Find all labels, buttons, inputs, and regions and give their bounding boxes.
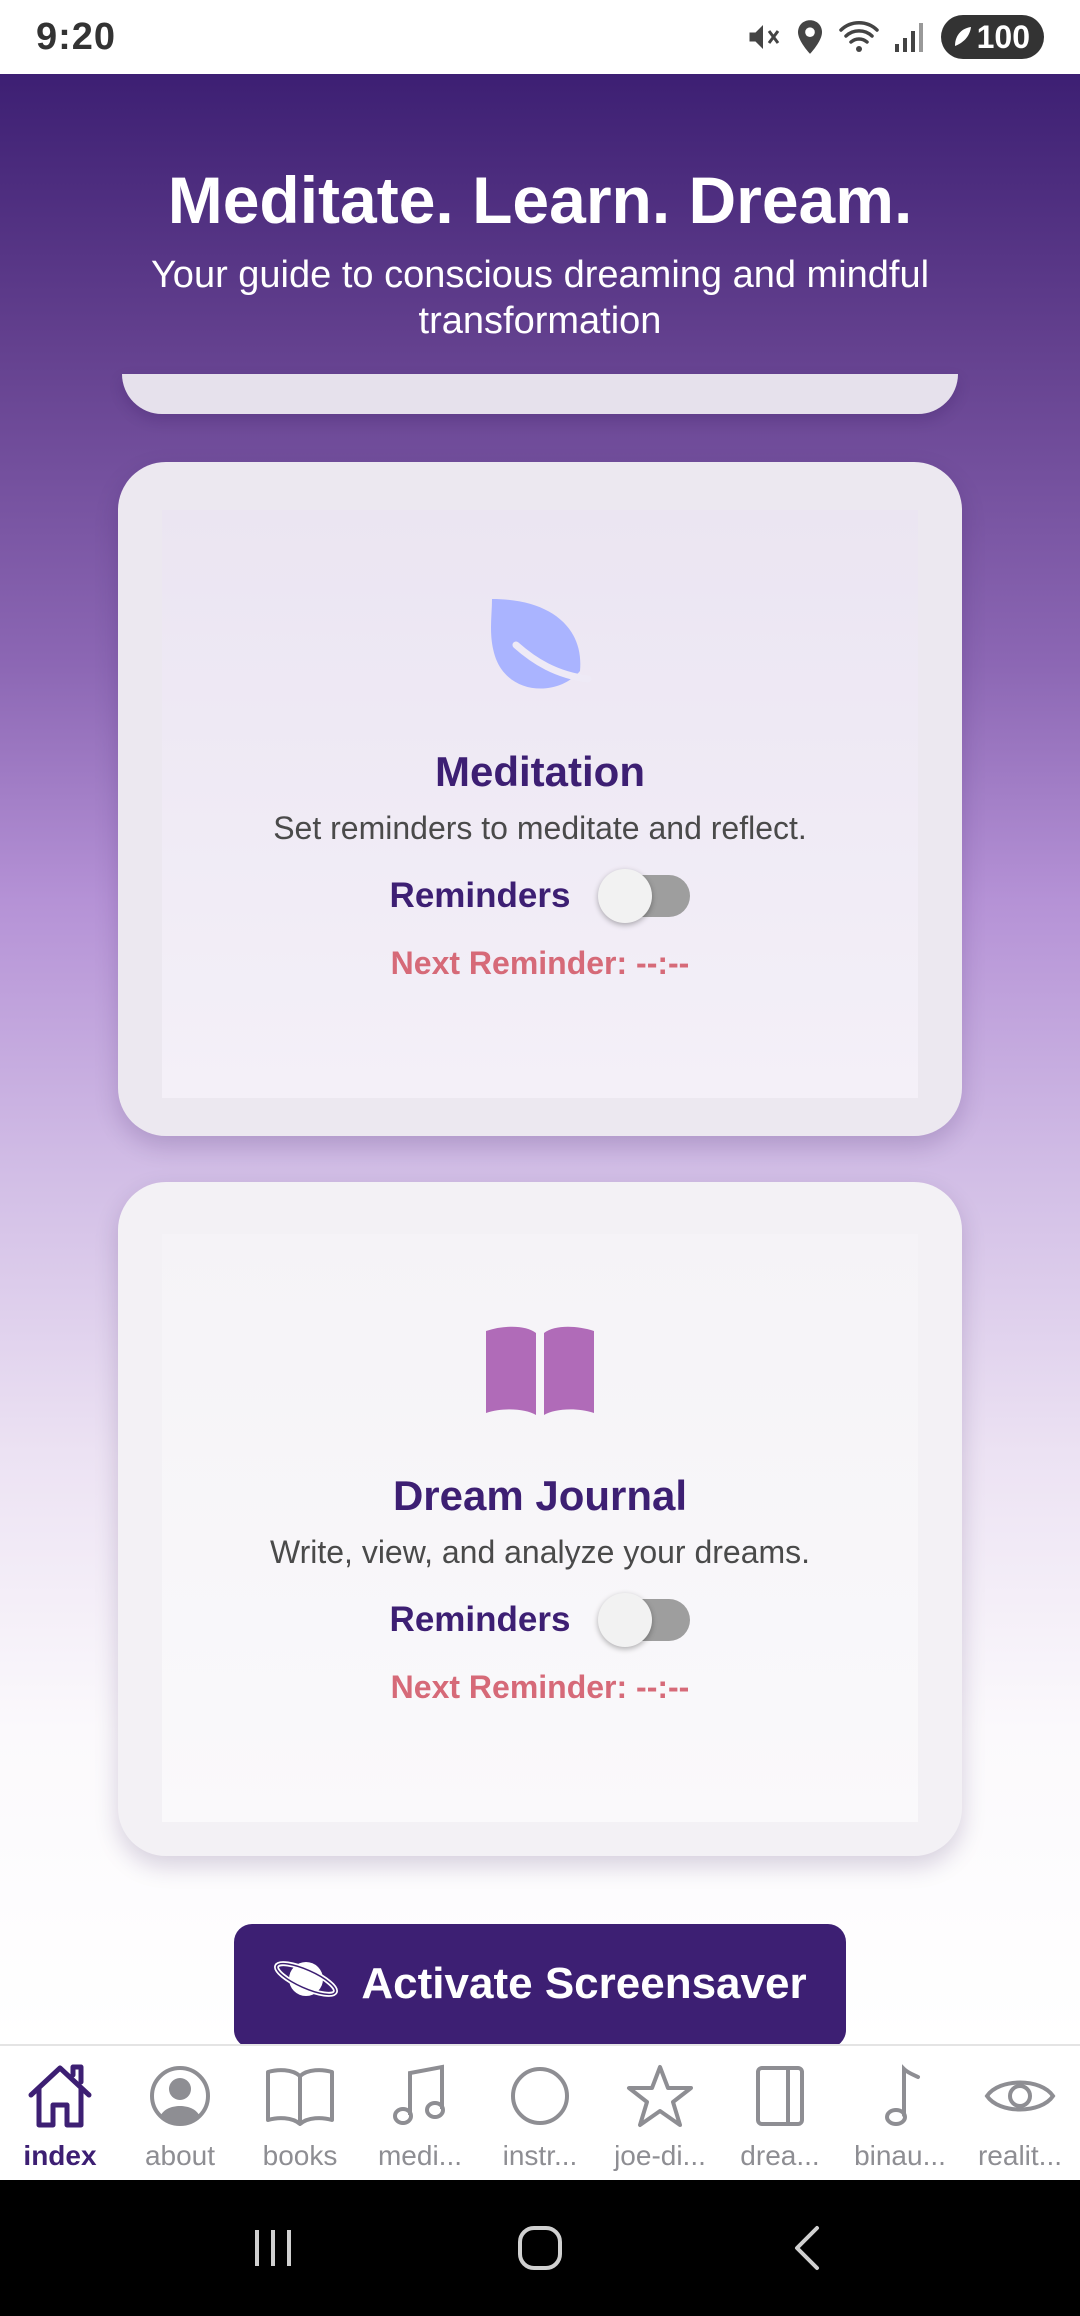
home-icon xyxy=(25,2062,95,2130)
single-note-icon xyxy=(878,2062,922,2130)
tab-instructions[interactable]: instr... xyxy=(480,2046,600,2180)
circle-icon xyxy=(509,2062,571,2130)
toggle-knob xyxy=(598,869,653,923)
tab-binaural[interactable]: binau... xyxy=(840,2046,960,2180)
meditation-next-reminder: Next Reminder: --:-- xyxy=(390,945,690,981)
status-icons: 100 xyxy=(745,15,1044,59)
home-button[interactable] xyxy=(480,2198,600,2298)
tab-label-index: index xyxy=(23,2140,97,2171)
meditation-description: Set reminders to meditate and reflect. xyxy=(273,810,807,846)
meditation-title: Meditation xyxy=(435,748,645,795)
toggle-knob xyxy=(598,1593,653,1647)
back-icon xyxy=(794,2226,819,2270)
signal-icon xyxy=(893,20,927,54)
meditation-reminders-label: Reminders xyxy=(389,876,571,915)
tab-about[interactable]: about xyxy=(120,2046,240,2180)
dream-journal-description: Write, view, and analyze your dreams. xyxy=(269,1534,811,1570)
dream-journal-next-reminder: Next Reminder: --:-- xyxy=(390,1669,690,1705)
planet-icon xyxy=(273,1951,339,2018)
tab-label-about: about xyxy=(144,2140,216,2171)
activate-screensaver-button[interactable]: Activate Screensaver xyxy=(234,1924,846,2044)
location-icon xyxy=(795,19,825,55)
dream-journal-reminders-toggle[interactable] xyxy=(598,1593,691,1647)
tab-index[interactable]: index xyxy=(0,2046,120,2180)
music-note-icon xyxy=(392,2062,448,2130)
main-content: Meditate. Learn. Dream. Your guide to co… xyxy=(0,74,1080,2044)
star-icon xyxy=(626,2062,694,2130)
bottom-tab-bar: index about books medi... instr... joe-d… xyxy=(0,2044,1080,2180)
recent-apps-button[interactable] xyxy=(213,2198,333,2298)
status-time: 9:20 xyxy=(36,15,117,58)
mute-icon xyxy=(745,19,781,55)
dream-journal-reminder-row: Reminders xyxy=(389,1593,691,1647)
tab-joe-dispenza[interactable]: joe-di... xyxy=(600,2046,720,2180)
meditation-reminder-row: Reminders xyxy=(389,869,691,923)
status-bar: 9:20 100 xyxy=(0,0,1080,74)
activate-screensaver-label: Activate Screensaver xyxy=(361,1959,807,2008)
tab-label-dream-journal: drea... xyxy=(740,2140,820,2171)
home-nav-icon xyxy=(517,2226,562,2270)
tab-label-binaural: binau... xyxy=(854,2140,946,2171)
meditation-reminders-toggle[interactable] xyxy=(598,869,691,923)
hero-title: Meditate. Learn. Dream. xyxy=(167,163,913,237)
tab-books[interactable]: books xyxy=(240,2046,360,2180)
tab-label-reality-checks: realit... xyxy=(977,2140,1063,2171)
tab-label-instructions: instr... xyxy=(502,2140,578,2171)
battery-icon: 100 xyxy=(940,15,1044,59)
user-circle-icon xyxy=(149,2062,211,2130)
tab-meditation[interactable]: medi... xyxy=(360,2046,480,2180)
tab-label-meditation: medi... xyxy=(377,2140,463,2171)
tab-label-joe-dispenza: joe-di... xyxy=(614,2140,706,2171)
dream-journal-card-content: Dream Journal Write, view, and analyze y… xyxy=(162,1234,918,1822)
meditation-card-content: Meditation Set reminders to meditate and… xyxy=(162,510,918,1098)
system-nav-bar xyxy=(0,2180,1080,2316)
meditation-card[interactable]: Meditation Set reminders to meditate and… xyxy=(118,462,962,1136)
dream-journal-reminders-label: Reminders xyxy=(389,1600,571,1639)
journal-icon xyxy=(754,2062,806,2130)
open-book-icon xyxy=(264,2062,336,2130)
back-button[interactable] xyxy=(747,2198,867,2298)
tab-dream-journal[interactable]: drea... xyxy=(720,2046,840,2180)
dream-journal-card[interactable]: Dream Journal Write, view, and analyze y… xyxy=(118,1182,962,1856)
tab-reality-checks[interactable]: realit... xyxy=(960,2046,1080,2180)
hero-subtitle: Your guide to conscious dreaming and min… xyxy=(150,254,930,342)
wifi-icon xyxy=(838,20,879,54)
book-icon xyxy=(486,1320,594,1420)
tab-label-books: books xyxy=(262,2140,338,2171)
recents-icon xyxy=(255,2230,292,2266)
previous-card-bottom xyxy=(122,374,958,414)
battery-level: 100 xyxy=(976,18,1030,55)
leaf-icon xyxy=(488,596,592,696)
dream-journal-title: Dream Journal xyxy=(392,1472,688,1519)
eye-icon xyxy=(984,2062,1056,2130)
